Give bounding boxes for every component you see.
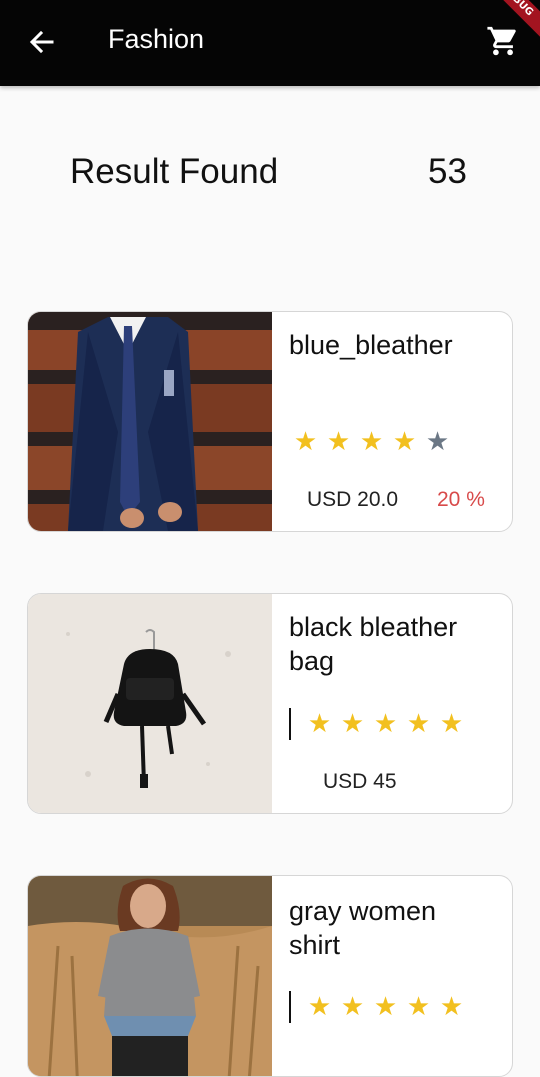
text-cursor [289, 708, 291, 740]
star-icon: ★ [307, 992, 332, 1022]
product-image [28, 876, 272, 1076]
star-icon: ★ [439, 992, 464, 1022]
product-name: gray women shirt [289, 896, 437, 960]
product-price: USD 45 [323, 770, 397, 793]
product-name: blue_bleather [289, 330, 453, 360]
shopping-cart-icon[interactable] [486, 24, 520, 58]
rating-stars: ★ ★ ★ ★ ★ [289, 425, 454, 459]
star-icon: ★ [392, 427, 417, 457]
star-icon: ★ [340, 992, 365, 1022]
star-icon: ★ [373, 709, 398, 739]
star-icon: ★ [406, 709, 431, 739]
result-count: 53 [428, 152, 467, 191]
star-icon: ★ [340, 709, 365, 739]
rating-stars: ★ ★ ★ ★ ★ [289, 990, 468, 1024]
star-icon: ★ [439, 709, 464, 739]
product-card[interactable]: black bleather bag ★ ★ ★ ★ ★ USD 45 [27, 593, 513, 814]
product-name: black bleather bag [289, 612, 458, 676]
star-icon: ★ [326, 427, 351, 457]
page-title: Fashion [108, 24, 205, 54]
star-empty-icon: ★ [425, 427, 450, 457]
star-icon: ★ [359, 427, 384, 457]
text-cursor [289, 991, 291, 1023]
product-image [28, 312, 272, 531]
product-image [28, 594, 272, 813]
product-discount: 20 % [437, 488, 485, 511]
app-bar: Fashion DEBUG [0, 0, 540, 86]
product-price: USD 20.0 [307, 488, 399, 511]
product-card[interactable]: gray women shirt ★ ★ ★ ★ ★ [27, 875, 513, 1077]
arrow-left-icon[interactable] [26, 26, 58, 58]
star-icon: ★ [373, 992, 398, 1022]
star-icon: ★ [307, 709, 332, 739]
product-card[interactable]: blue_bleather ★ ★ ★ ★ ★ USD 20.0 20 % [27, 311, 513, 532]
star-icon: ★ [293, 427, 318, 457]
rating-stars: ★ ★ ★ ★ ★ [289, 707, 468, 741]
star-icon: ★ [406, 992, 431, 1022]
result-label: Result Found [70, 152, 279, 191]
